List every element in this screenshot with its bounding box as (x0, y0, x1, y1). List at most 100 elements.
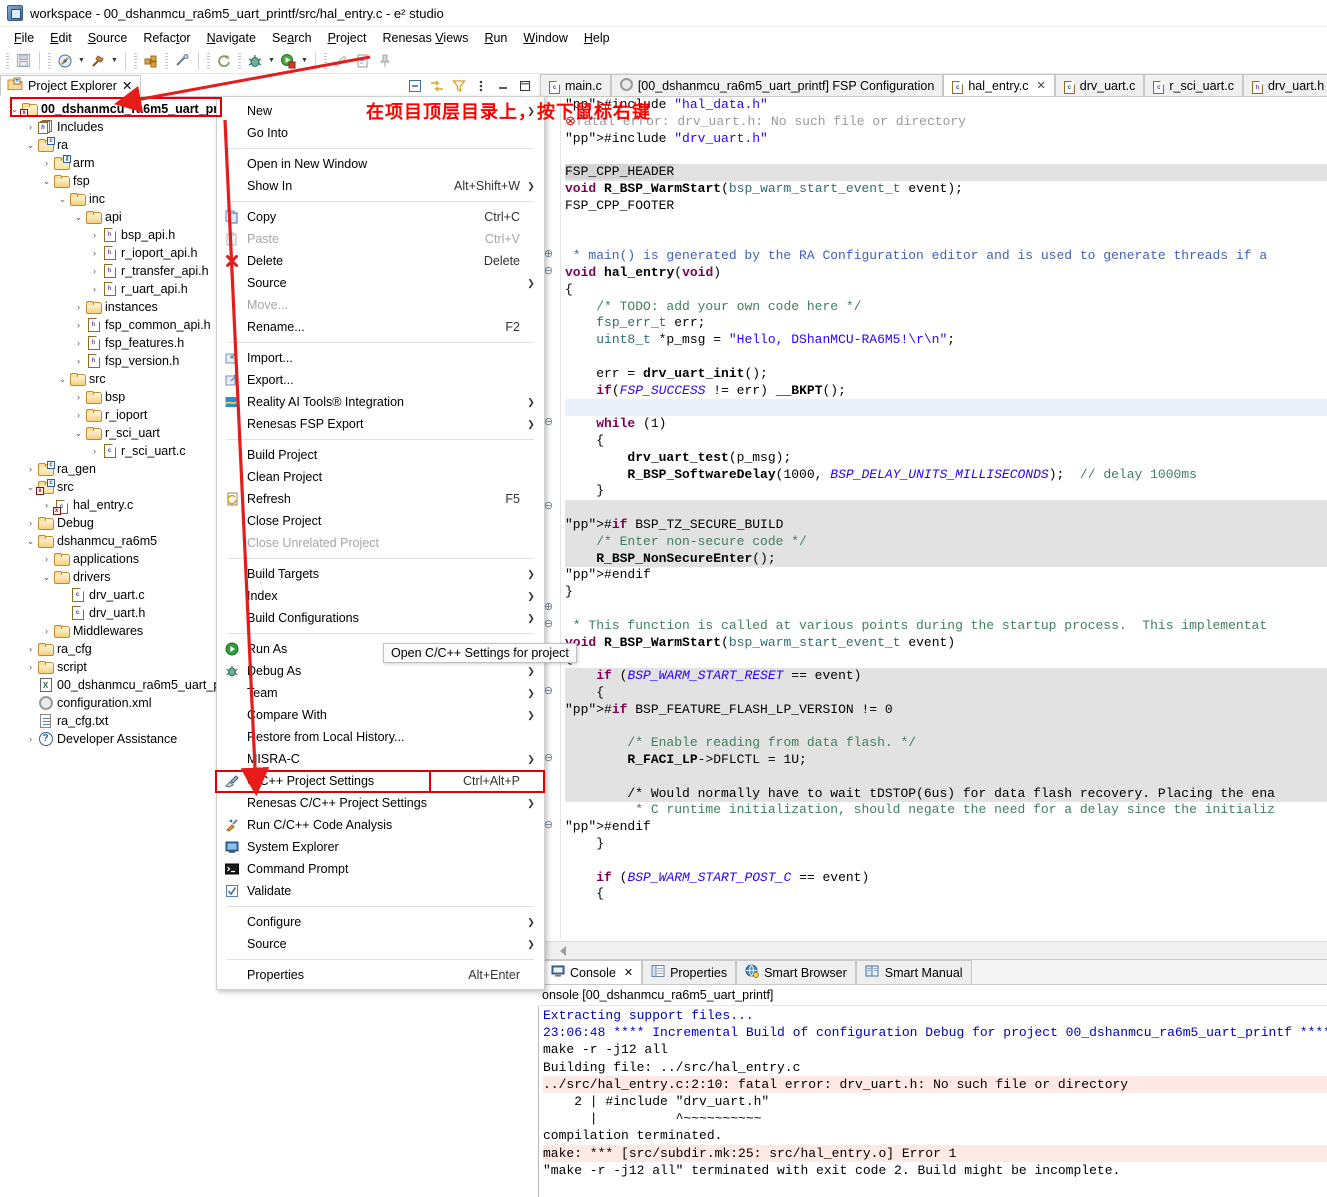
run-icon[interactable] (278, 51, 298, 71)
chevron-down-icon[interactable]: ⌄ (40, 572, 53, 583)
close-icon[interactable]: ✕ (122, 78, 132, 93)
bottom-tab-console[interactable]: Console ✕ (542, 960, 643, 984)
context-menu-item-refresh[interactable]: Refresh F5 (217, 488, 544, 510)
menu-navigate[interactable]: Navigate (199, 29, 264, 47)
chevron-right-icon[interactable]: › (72, 392, 85, 402)
minimize-icon[interactable] (495, 78, 510, 93)
context-menu-item-reality-ai-tools-integration[interactable]: Reality AI Tools® Integration ❯ (217, 391, 544, 413)
external-tools-icon[interactable] (353, 51, 373, 71)
bottom-tab-properties[interactable]: Properties (642, 960, 737, 984)
build-hammer-icon[interactable] (88, 51, 108, 71)
chevron-right-icon[interactable]: › (24, 734, 37, 744)
toolbar-grip-5[interactable] (207, 52, 210, 69)
context-menu-item-source[interactable]: Source ❯ (217, 933, 544, 955)
menu-refactor[interactable]: Refactor (135, 29, 198, 47)
context-menu-item-show-in[interactable]: Show In Alt+Shift+W ❯ (217, 175, 544, 197)
chevron-right-icon[interactable]: › (24, 518, 37, 528)
toolbar-grip[interactable] (6, 52, 9, 69)
editor-tab-r-sci-uart-c[interactable]: c r_sci_uart.c (1144, 74, 1243, 96)
menu-project[interactable]: Project (320, 29, 375, 47)
chevron-right-icon[interactable]: › (88, 284, 101, 294)
refresh-icon[interactable] (214, 51, 234, 71)
context-menu-item-restore-from-local-history[interactable]: Restore from Local History... (217, 726, 544, 748)
console-output[interactable]: Extracting support files... 23:06:48 ****… (538, 1007, 1327, 1197)
context-menu-item-run-c-c++-code-analysis[interactable]: Run C/C++ Code Analysis (217, 814, 544, 836)
close-icon[interactable]: ✕ (624, 966, 633, 979)
chevron-down-icon[interactable]: ⌄ (72, 212, 85, 223)
context-menu-item-build-configurations[interactable]: Build Configurations ❯ (217, 607, 544, 629)
run-dropdown-icon[interactable]: ▼ (300, 51, 309, 71)
context-menu-item-system-explorer[interactable]: System Explorer (217, 836, 544, 858)
chevron-right-icon[interactable]: › (72, 302, 85, 312)
toolbar-grip-4[interactable] (165, 52, 168, 69)
chevron-right-icon[interactable]: › (40, 626, 53, 636)
new-wizard-dropdown-icon[interactable]: ▼ (77, 51, 86, 71)
context-menu-item-debug-as[interactable]: Debug As ❯ (217, 660, 544, 682)
context-menu-item-build-targets[interactable]: Build Targets ❯ (217, 563, 544, 585)
context-menu-item-renesas-fsp-export[interactable]: Renesas FSP Export ❯ (217, 413, 544, 435)
collapse-all-icon[interactable] (407, 78, 422, 93)
marker-icon[interactable] (331, 51, 351, 71)
project-context-menu[interactable]: New ❯ Go Into Open in New Window Show In Alt+… (216, 96, 545, 990)
chevron-down-icon[interactable]: ⌄ (40, 176, 53, 187)
context-menu-item-rename[interactable]: Rename... F2 (217, 316, 544, 338)
tab-project-explorer[interactable]: Project Explorer ✕ (0, 75, 142, 97)
build-dropdown-icon[interactable]: ▼ (110, 51, 119, 71)
chevron-right-icon[interactable]: › (88, 446, 101, 456)
editor-tab-drv-uart-c[interactable]: c drv_uart.c (1054, 74, 1145, 96)
context-menu-item-renesas-c-c++-project-settings[interactable]: Renesas C/C++ Project Settings ❯ (217, 792, 544, 814)
filter-icon[interactable] (451, 78, 466, 93)
context-menu-item-open-in-new-window[interactable]: Open in New Window (217, 153, 544, 175)
debug-dropdown-icon[interactable]: ▼ (267, 51, 276, 71)
chevron-right-icon[interactable]: › (72, 320, 85, 330)
context-menu-item-go-into[interactable]: Go Into (217, 122, 544, 144)
toolbar-grip-3[interactable] (134, 52, 137, 69)
context-menu-item-validate[interactable]: Validate (217, 880, 544, 902)
context-menu-item-misra-c[interactable]: MISRA-C ❯ (217, 748, 544, 770)
chevron-down-icon[interactable]: ⌄ (56, 194, 69, 205)
editor-code[interactable]: "pp">#include "hal_data.h" ⊗fatal error: … (561, 97, 1327, 939)
menu-file[interactable]: File (6, 29, 42, 47)
chevron-right-icon[interactable]: › (40, 500, 53, 510)
context-menu-item-c-c++-project-settings[interactable]: C/C++ Project Settings Ctrl+Alt+P (217, 770, 544, 792)
context-menu-item-properties[interactable]: Properties Alt+Enter (217, 964, 544, 986)
chevron-right-icon[interactable]: › (24, 122, 37, 132)
chevron-right-icon[interactable]: › (24, 644, 37, 654)
editor-tab-drv-uart-h[interactable]: h drv_uart.h (1242, 74, 1327, 96)
link-with-editor-icon[interactable] (429, 78, 444, 93)
menu-renesas-views[interactable]: Renesas Views (374, 29, 476, 47)
context-menu-item-build-project[interactable]: Build Project (217, 444, 544, 466)
bottom-tab-smart-manual[interactable]: Smart Manual (855, 960, 972, 984)
editor-tab-hal-entry-c[interactable]: c hal_entry.c ✕ (943, 74, 1055, 96)
context-menu-item-import[interactable]: Import... (217, 347, 544, 369)
context-menu-item-copy[interactable]: Copy Ctrl+C (217, 206, 544, 228)
chevron-right-icon[interactable]: › (24, 464, 37, 474)
scroll-left-icon[interactable] (560, 946, 566, 956)
menu-window[interactable]: Window (515, 29, 575, 47)
chevron-right-icon[interactable]: › (72, 410, 85, 420)
save-icon[interactable] (13, 51, 33, 71)
chevron-right-icon[interactable]: › (72, 356, 85, 366)
editor-tab-main-c[interactable]: c main.c (540, 74, 611, 96)
chevron-down-icon[interactable]: ⌄ (56, 374, 69, 385)
menu-help[interactable]: Help (576, 29, 618, 47)
clean-icon[interactable] (172, 51, 192, 71)
toolbar-grip-2[interactable] (48, 52, 51, 69)
editor-tab-00-dshanmcu-ra6m5-uart-printf-fsp-configuration[interactable]: [00_dshanmcu_ra6m5_uart_printf] FSP Conf… (610, 74, 944, 96)
chevron-right-icon[interactable]: › (88, 248, 101, 258)
context-menu-item-command-prompt[interactable]: Command Prompt (217, 858, 544, 880)
chevron-down-icon[interactable]: ⌄ (72, 428, 85, 439)
toolbar-grip-7[interactable] (324, 52, 327, 69)
editor-horizontal-scrollbar[interactable] (538, 941, 1327, 959)
view-menu-icon[interactable] (473, 78, 488, 93)
menu-run[interactable]: Run (476, 29, 515, 47)
chevron-right-icon[interactable]: › (88, 230, 101, 240)
context-menu-item-close-project[interactable]: Close Project (217, 510, 544, 532)
context-menu-item-configure[interactable]: Configure ❯ (217, 911, 544, 933)
menu-search[interactable]: Search (264, 29, 320, 47)
context-menu-item-delete[interactable]: Delete Delete (217, 250, 544, 272)
chevron-down-icon[interactable]: ⌄ (24, 536, 37, 547)
pin-icon[interactable] (375, 51, 395, 71)
chevron-right-icon[interactable]: › (40, 158, 53, 168)
context-menu-item-clean-project[interactable]: Clean Project (217, 466, 544, 488)
